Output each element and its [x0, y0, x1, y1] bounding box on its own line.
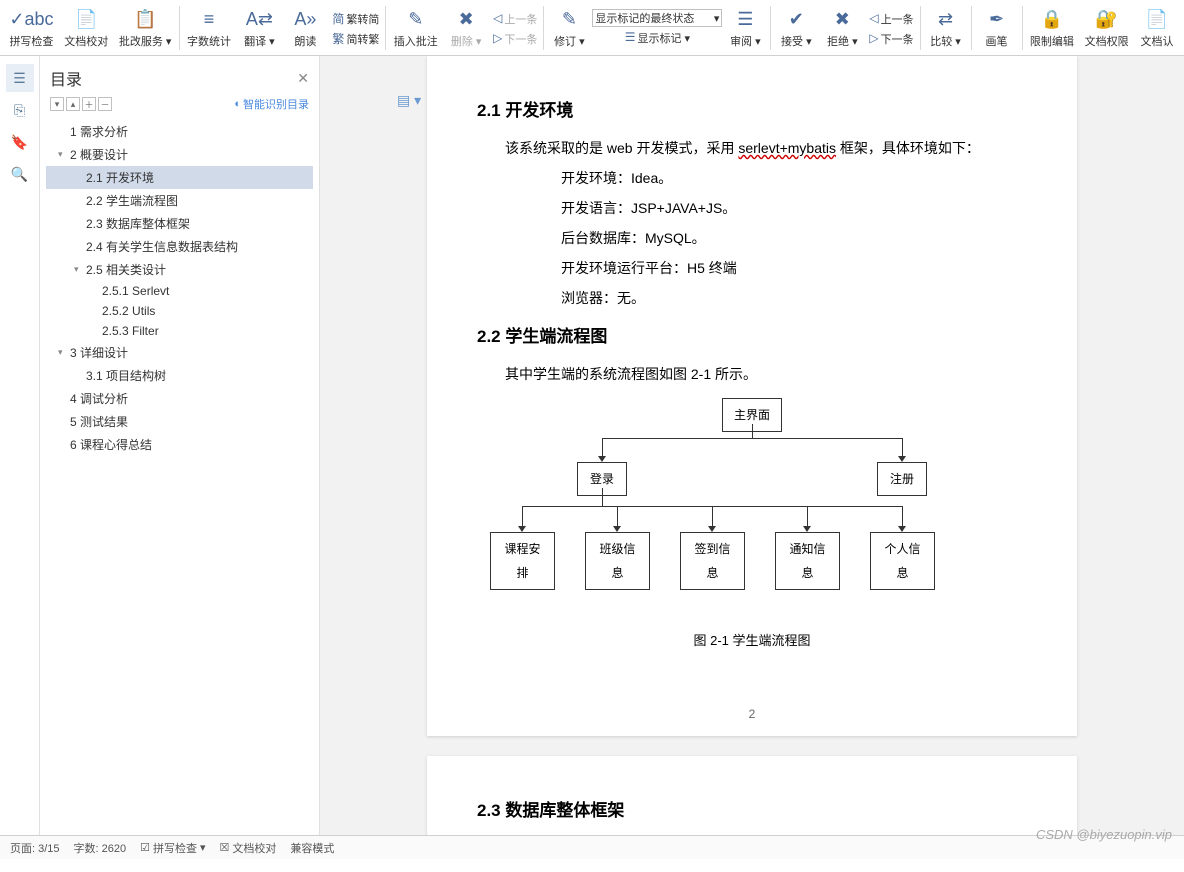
status-mode: 兼容模式 — [290, 840, 334, 856]
markup-combo[interactable]: 显示标记的最终状态▾ — [592, 9, 722, 27]
wordcount-button[interactable]: ≡字数统计 — [182, 2, 237, 54]
prev-comment-button[interactable]: ◁上一条 — [489, 8, 541, 28]
toc-item[interactable]: 2.1 开发环境 — [46, 166, 313, 189]
smart-toc-button[interactable]: ◐智能识别目录 — [234, 96, 309, 112]
s2t-button[interactable]: 简繁转简 — [328, 8, 383, 28]
spellcheck-button[interactable]: ✓abc拼写检查 — [4, 2, 59, 54]
translate-button[interactable]: A⇄翻译 ▾ — [236, 2, 282, 54]
track-changes-button[interactable]: ✎修订 ▾ — [546, 2, 592, 54]
page-3: 2.3 数据库整体框架 — [427, 756, 1077, 835]
heading-2-2: 2.2 学生端流程图 — [477, 320, 1027, 354]
clipboard-tab-icon[interactable]: ⎘ — [6, 96, 34, 124]
collapse-icon[interactable]: － — [98, 97, 112, 111]
toc-item[interactable]: 1 需求分析 — [46, 120, 313, 143]
outline-sidebar: 目录 ✕ ▾ ▴ ＋ － ◐智能识别目录 1 需求分析▾2 概要设计2.1 开发… — [40, 56, 320, 835]
toc-item[interactable]: ▾3 详细设计 — [46, 341, 313, 364]
status-words[interactable]: 字数: 2620 — [74, 840, 127, 856]
prev-change-button[interactable]: ◁上一条 — [865, 8, 917, 28]
bookmark-tab-icon[interactable]: 🔖 — [6, 128, 34, 156]
env-line: 浏览器：无。 — [477, 284, 1027, 312]
next-comment-button[interactable]: ▷下一条 — [489, 28, 541, 48]
review-service-button[interactable]: 📋批改服务 ▾ — [114, 2, 177, 54]
reject-button[interactable]: ✖拒绝 ▾ — [819, 2, 865, 54]
flow-node: 个人信息 — [870, 532, 935, 590]
toc-item[interactable]: 6 课程心得总结 — [46, 433, 313, 456]
flow-node: 班级信息 — [585, 532, 650, 590]
paragraph: 该系统采取的是 web 开发模式，采用 serlevt+mybatis 框架，具… — [477, 134, 1027, 162]
doccheck-button[interactable]: 📄文档校对 — [59, 2, 114, 54]
figure-caption: 图 2-1 学生端流程图 — [477, 628, 1027, 654]
accept-button[interactable]: ✔接受 ▾ — [773, 2, 819, 54]
toc-item[interactable]: 4 调试分析 — [46, 387, 313, 410]
flow-node: 注册 — [877, 462, 927, 496]
flowchart: 主界面 登录 注册 课程安排 班级信息 签到信息 通知信息 个人信息 — [502, 398, 1002, 618]
status-spell[interactable]: ☑ 拼写检查 ▾ — [140, 840, 205, 856]
env-line: 开发语言：JSP+JAVA+JS。 — [477, 194, 1027, 222]
page-2: ▤ ▾ 2.1 开发环境 该系统采取的是 web 开发模式，采用 serlevt… — [427, 56, 1077, 736]
ink-button[interactable]: ✒画笔 — [974, 2, 1020, 54]
expand-all-icon[interactable]: ▴ — [66, 97, 80, 111]
restrict-button[interactable]: 🔒限制编辑 — [1024, 2, 1079, 54]
toc-item[interactable]: 2.2 学生端流程图 — [46, 189, 313, 212]
toc-item[interactable]: ▾2 概要设计 — [46, 143, 313, 166]
collapse-all-icon[interactable]: ▾ — [50, 97, 64, 111]
toc-list: 1 需求分析▾2 概要设计2.1 开发环境2.2 学生端流程图2.3 数据库整体… — [46, 116, 313, 827]
insert-comment-button[interactable]: ✎插入批注 — [388, 2, 443, 54]
toc-item[interactable]: 2.5.2 Utils — [46, 301, 313, 321]
heading-2-3: 2.3 数据库整体框架 — [477, 794, 1027, 828]
env-line: 开发环境运行平台：H5 终端 — [477, 254, 1027, 282]
toc-item[interactable]: 2.5.3 Filter — [46, 321, 313, 341]
delete-comment-button[interactable]: ✖删除 ▾ — [443, 2, 489, 54]
toc-item[interactable]: 2.5.1 Serlevt — [46, 281, 313, 301]
flow-node: 课程安排 — [490, 532, 555, 590]
outline-tab-icon[interactable]: ☰ — [6, 64, 34, 92]
status-bar: 页面: 3/15 字数: 2620 ☑ 拼写检查 ▾ ☒ 文档校对 兼容模式 — [0, 835, 1184, 859]
ribbon-toolbar: ✓abc拼写检查 📄文档校对 📋批改服务 ▾ ≡字数统计 A⇄翻译 ▾ A»朗读… — [0, 0, 1184, 56]
next-change-button[interactable]: ▷下一条 — [865, 28, 917, 48]
paragraph: 其中学生端的系统流程图如图 2-1 所示。 — [477, 360, 1027, 388]
toc-item[interactable]: ▾2.5 相关类设计 — [46, 258, 313, 281]
expand-icon[interactable]: ＋ — [82, 97, 96, 111]
toc-item[interactable]: 2.3 数据库整体框架 — [46, 212, 313, 235]
close-icon[interactable]: ✕ — [297, 70, 309, 87]
heading-2-1: 2.1 开发环境 — [477, 94, 1027, 128]
show-markup-button[interactable]: ☰显示标记 ▾ — [592, 27, 722, 47]
flow-node: 通知信息 — [775, 532, 840, 590]
toc-item[interactable]: 2.4 有关学生信息数据表结构 — [46, 235, 313, 258]
status-proof[interactable]: ☒ 文档校对 — [220, 840, 277, 856]
document-area[interactable]: ▤ ▾ 2.1 开发环境 该系统采取的是 web 开发模式，采用 serlevt… — [320, 56, 1184, 835]
compare-button[interactable]: ⇄比较 ▾ — [923, 2, 969, 54]
flow-node: 签到信息 — [680, 532, 745, 590]
page-number: 2 — [427, 702, 1077, 726]
watermark: CSDN @biyezuopin.vip — [1036, 827, 1172, 842]
t2s-button[interactable]: 繁简转繁 — [328, 28, 383, 48]
toc-item[interactable]: 3.1 项目结构树 — [46, 364, 313, 387]
search-tab-icon[interactable]: 🔍 — [6, 160, 34, 188]
left-strip: ☰ ⎘ 🔖 🔍 — [0, 56, 40, 835]
main-area: ☰ ⎘ 🔖 🔍 目录 ✕ ▾ ▴ ＋ － ◐智能识别目录 1 需求分析▾2 概要… — [0, 56, 1184, 835]
status-page[interactable]: 页面: 3/15 — [10, 840, 60, 856]
docperm-button[interactable]: 🔐文档权限 — [1079, 2, 1134, 54]
env-line: 后台数据库：MySQL。 — [477, 224, 1027, 252]
review-pane-button[interactable]: ☰审阅 ▾ — [722, 2, 768, 54]
env-line: 开发环境：Idea。 — [477, 164, 1027, 192]
read-button[interactable]: A»朗读 — [282, 2, 328, 54]
sidebar-title: 目录 — [50, 66, 82, 90]
docauth-button[interactable]: 📄文档认 — [1134, 2, 1180, 54]
comment-margin-icon[interactable]: ▤ ▾ — [397, 86, 421, 114]
toc-item[interactable]: 5 测试结果 — [46, 410, 313, 433]
